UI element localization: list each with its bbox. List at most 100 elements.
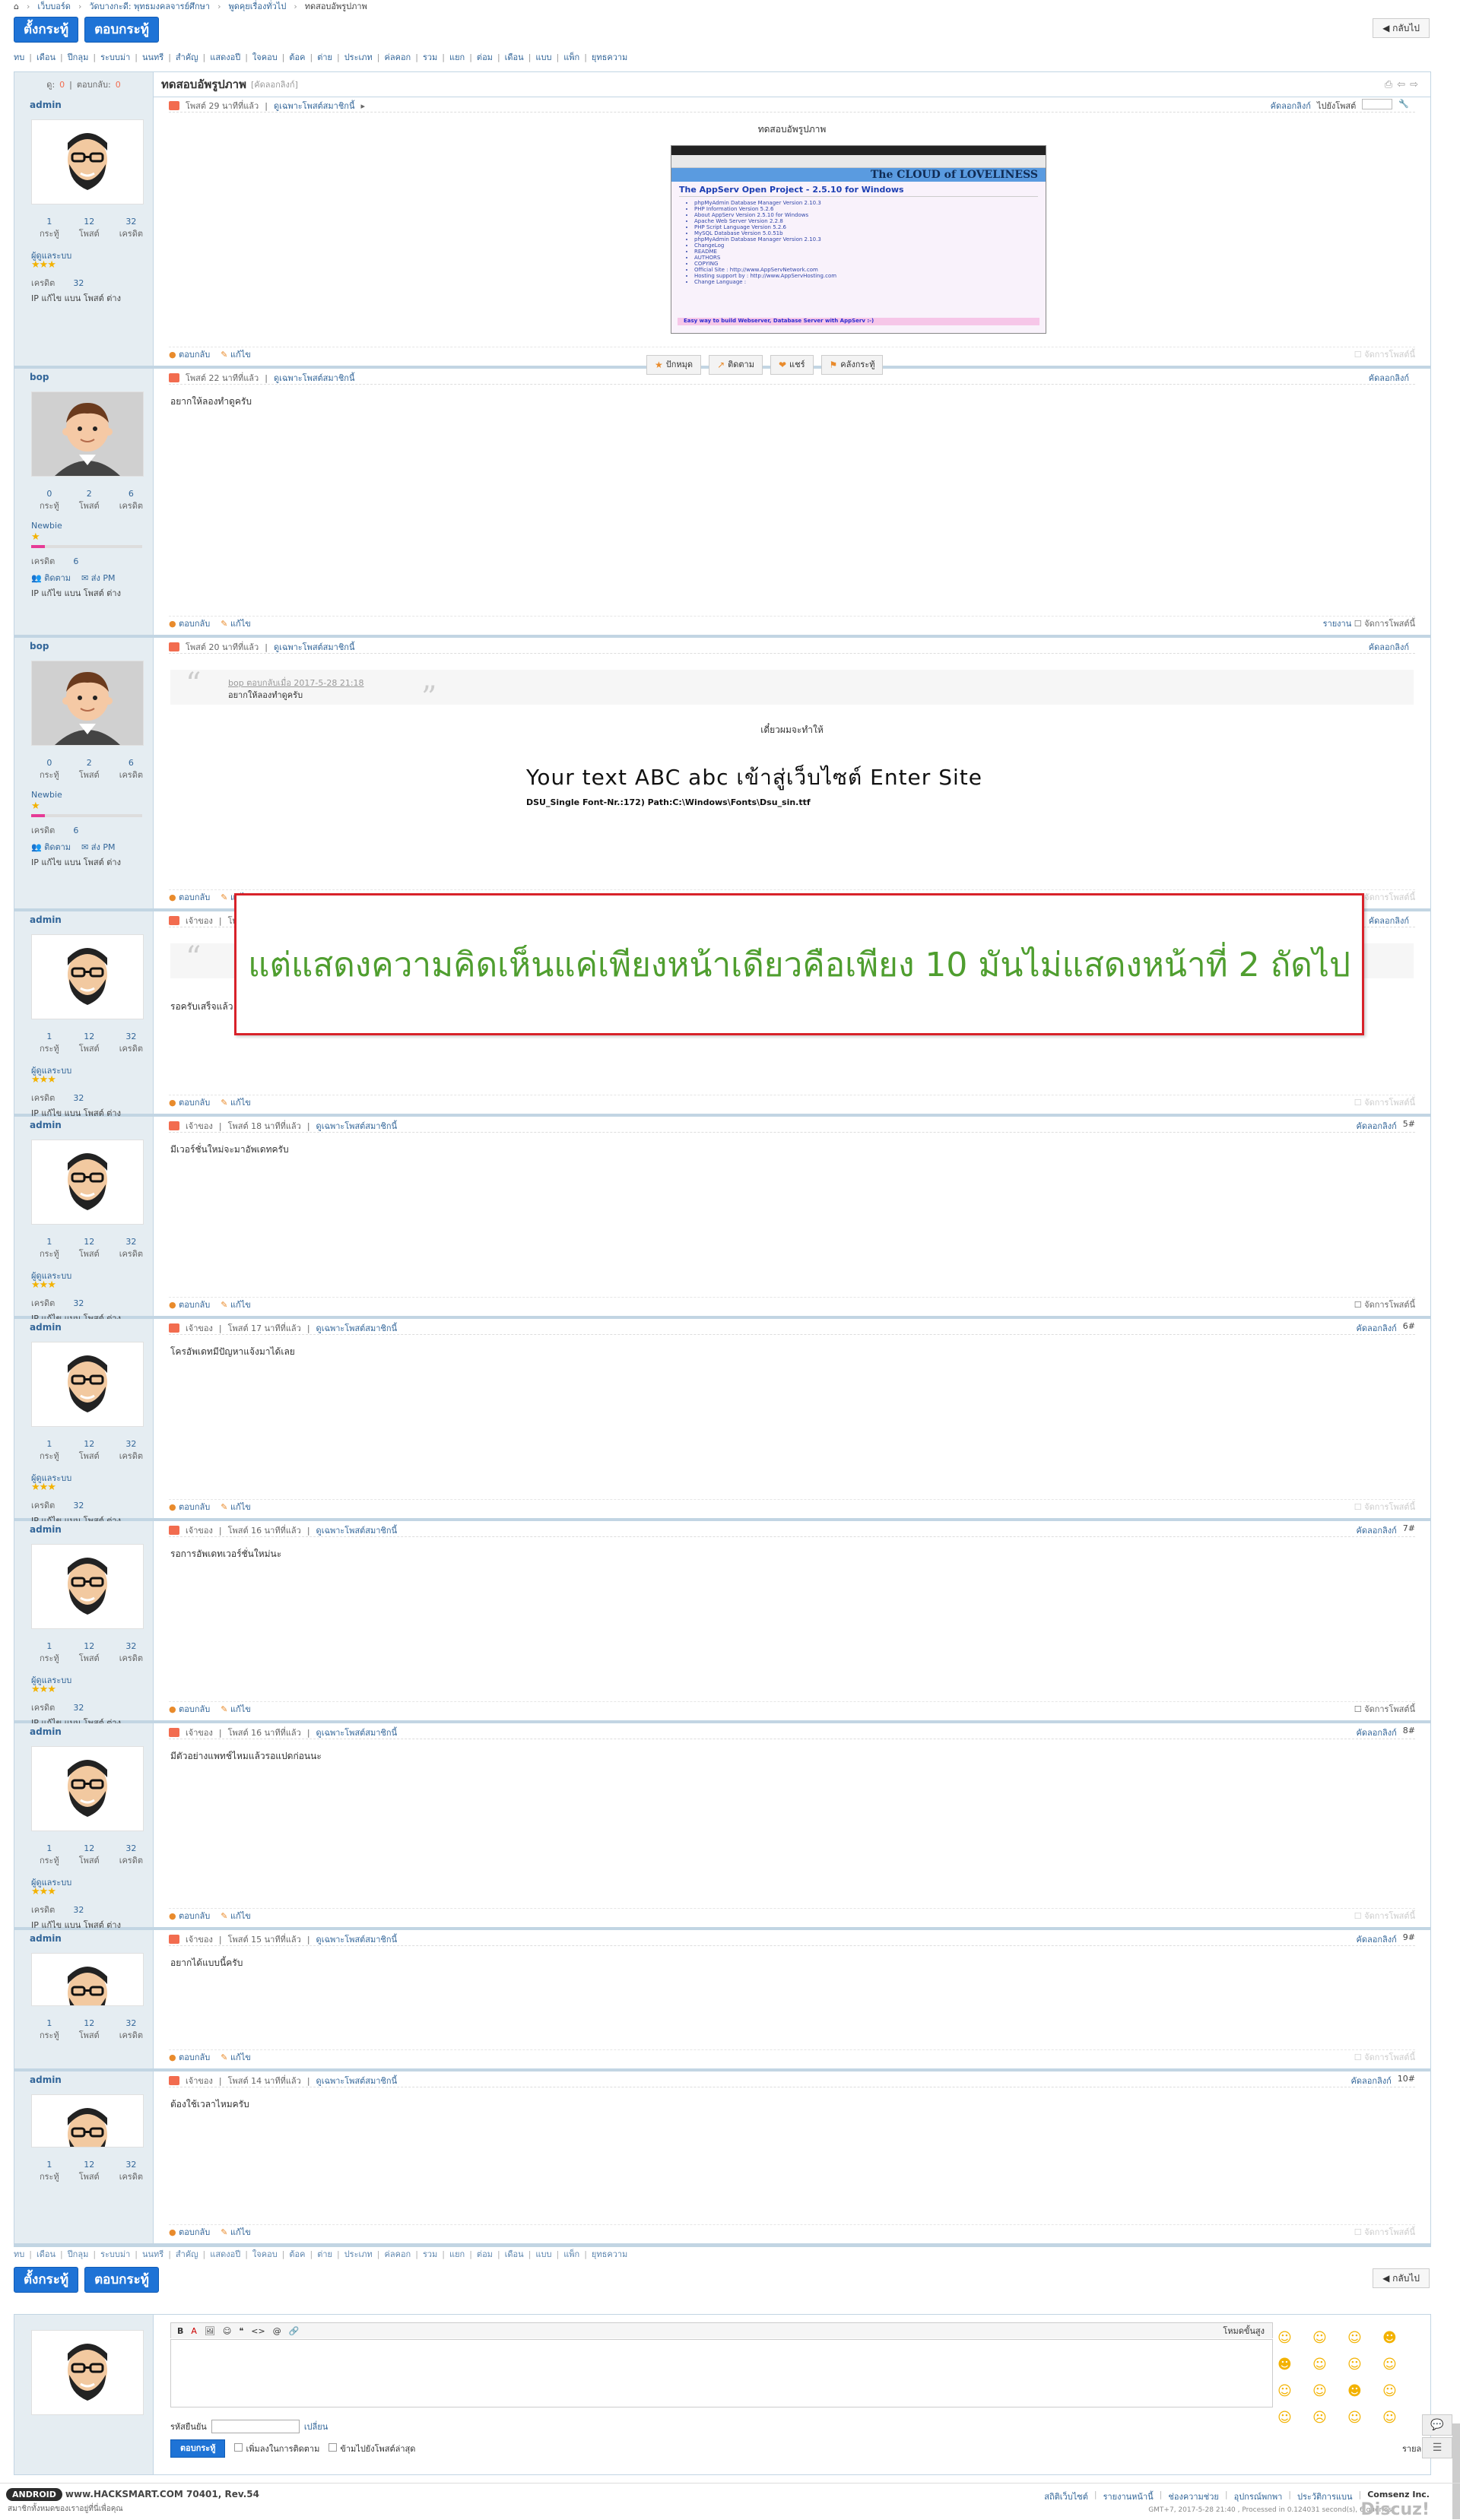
category-link[interactable]: ต่อม	[477, 50, 493, 64]
admin-tools[interactable]: IP แก้ไข แบน โพสต์ ต่าง	[31, 855, 121, 869]
avatar[interactable]	[31, 1544, 144, 1629]
copy-link[interactable]: คัดลอกลิงก์	[1357, 1726, 1397, 1739]
copy-link[interactable]: คัดลอกลิงก์	[1369, 640, 1409, 654]
category-link[interactable]: สำคัญ	[176, 50, 198, 64]
reply-link[interactable]: ● ตอบกลับ	[169, 1095, 210, 1109]
smiley-button[interactable]: ☺	[223, 2326, 231, 2336]
smiley-icon[interactable]: ☺	[1347, 2410, 1364, 2426]
category-link[interactable]: ระบบม่า	[100, 50, 130, 64]
reply-textarea[interactable]	[170, 2339, 1273, 2407]
smiley-icon[interactable]: ☻	[1347, 2383, 1364, 2399]
manage-checkbox[interactable]: ☐	[1354, 1098, 1364, 1108]
footer-link[interactable]: รายงานหน้านี้	[1103, 2490, 1154, 2503]
copy-link[interactable]: คัดลอกลิงก์	[1357, 1119, 1397, 1133]
category-link[interactable]: แสดงอปี	[210, 50, 240, 64]
breadcrumb-link[interactable]: เว็บบอร์ด	[37, 0, 71, 13]
smiley-icon[interactable]: ☻	[1382, 2330, 1399, 2346]
only-author-link[interactable]: ดูเฉพาะโพสต์สมาชิกนี้	[274, 640, 355, 654]
bold-button[interactable]: B	[177, 2326, 183, 2336]
breadcrumb-link[interactable]: พูดคุยเรื่องทั่วไป	[229, 0, 287, 13]
copy-link[interactable]: คัดลอกลิงก์	[1357, 1932, 1397, 1946]
edit-link[interactable]: ✎ แก้ไข	[221, 2225, 251, 2239]
reply-link[interactable]: ● ตอบกลับ	[169, 347, 210, 361]
avatar[interactable]	[31, 391, 144, 477]
avatar[interactable]	[31, 1140, 144, 1225]
category-link[interactable]: ค่ลคอก	[384, 50, 411, 64]
author-name[interactable]: admin	[30, 100, 62, 110]
manage-checkbox[interactable]: ☐	[1354, 2052, 1364, 2062]
author-name[interactable]: bop	[30, 372, 49, 382]
category-link[interactable]: เดือน	[36, 50, 56, 64]
avatar[interactable]	[31, 661, 144, 746]
captcha-change-link[interactable]: เปลี่ยน	[304, 2420, 328, 2433]
send-pm-link[interactable]: ✉ ส่ง PM	[81, 571, 115, 585]
comment-icon[interactable]: 💬	[1422, 2414, 1452, 2436]
footer-logo[interactable]: ANDROID www.HACKSMART.COM 70401, Rev.54	[6, 2488, 259, 2501]
edit-link[interactable]: ✎ แก้ไข	[221, 2050, 251, 2064]
send-pm-link[interactable]: ✉ ส่ง PM	[81, 840, 115, 854]
reply-link[interactable]: ● ตอบกลับ	[169, 1500, 210, 1514]
edit-link[interactable]: ✎ แก้ไข	[221, 1298, 251, 1311]
only-author-link[interactable]: ดูเฉพาะโพสต์สมาชิกนี้	[316, 1932, 398, 1946]
category-link[interactable]: ประเภท	[344, 50, 373, 64]
category-link[interactable]: ค่ลคอก	[384, 2247, 411, 2261]
breadcrumb-link[interactable]: วัดบางกะดี: พุทธมงคลจารย์ศึกษา	[89, 0, 210, 13]
print-icon[interactable]: ⎙	[1385, 79, 1392, 90]
prev-icon[interactable]: ⇦	[1397, 79, 1405, 90]
copy-link[interactable]: คัดลอกลิงก์	[1369, 914, 1409, 927]
add-friend-link[interactable]: 👥 ติดตาม	[31, 840, 71, 854]
category-link[interactable]: ต่าย	[317, 50, 332, 64]
manage-checkbox[interactable]: ☐	[1354, 350, 1364, 360]
next-icon[interactable]: ⇨	[1410, 79, 1418, 90]
only-author-link[interactable]: ดูเฉพาะโพสต์สมาชิกนี้	[274, 371, 355, 385]
category-link[interactable]: รวม	[423, 2247, 437, 2261]
author-rank[interactable]: Newbie	[31, 521, 62, 531]
category-link[interactable]: ยุทธความ	[592, 50, 627, 64]
category-link[interactable]: เดือน	[36, 2247, 56, 2261]
list-icon[interactable]: ☰	[1422, 2437, 1452, 2458]
author-name[interactable]: admin	[30, 1524, 62, 1535]
category-link[interactable]: แบบ	[535, 50, 551, 64]
category-link[interactable]: เดือน	[505, 2247, 524, 2261]
manage-checkbox[interactable]: ☐	[1354, 1300, 1364, 1310]
smiley-icon[interactable]: ☺	[1312, 2357, 1329, 2373]
font-color-button[interactable]: A	[191, 2326, 197, 2336]
only-author-link[interactable]: ดูเฉพาะโพสต์สมาชิกนี้	[316, 1321, 398, 1335]
smiley-icon[interactable]: ☺	[1382, 2383, 1399, 2399]
category-link[interactable]: แสดงอปี	[210, 2247, 240, 2261]
avatar[interactable]	[31, 1746, 144, 1831]
mention-button[interactable]: @	[273, 2326, 281, 2336]
code-button[interactable]: <>	[251, 2326, 265, 2336]
smiley-icon[interactable]: ☺	[1347, 2330, 1364, 2346]
reply-button-bottom[interactable]: ตอบกระทู้	[84, 2267, 159, 2293]
wrench-icon[interactable]: 🔧	[1398, 99, 1409, 113]
edit-link[interactable]: ✎ แก้ไข	[221, 1909, 251, 1922]
reply-link[interactable]: ● ตอบกลับ	[169, 1909, 210, 1922]
category-link[interactable]: แยก	[449, 2247, 465, 2261]
manage-checkbox[interactable]: ☐	[1354, 1704, 1364, 1714]
copy-link[interactable]: [คัดลอกลิงก์]	[251, 78, 298, 91]
category-link[interactable]: รวม	[423, 50, 437, 64]
jump-checkbox[interactable]: ข้ามไปยังโพสต์ล่าสุด	[328, 2442, 415, 2455]
category-link[interactable]: เดือน	[505, 50, 524, 64]
author-rank[interactable]: Newbie	[31, 790, 62, 800]
smiley-icon[interactable]: ☺	[1312, 2330, 1329, 2346]
play-icon[interactable]: ▸	[360, 101, 365, 111]
footer-link[interactable]: สถิติเว็บไซต์	[1044, 2490, 1088, 2503]
author-name[interactable]: admin	[30, 914, 62, 925]
category-link[interactable]: ต่าย	[317, 2247, 332, 2261]
category-link[interactable]: ประเภท	[344, 2247, 373, 2261]
author-name[interactable]: admin	[30, 1933, 62, 1944]
font-preview-image[interactable]: Your text ABC abc เข้าสู่เว็บไซต์ Enter …	[526, 761, 1013, 807]
category-link[interactable]: ใจคอบ	[252, 2247, 278, 2261]
category-link[interactable]: ใจคอบ	[252, 50, 278, 64]
category-link[interactable]: สำคัญ	[176, 2247, 198, 2261]
avatar[interactable]	[31, 119, 144, 204]
category-link[interactable]: แยก	[449, 50, 465, 64]
copy-link[interactable]: คัดลอกลิงก์	[1369, 371, 1409, 385]
smiley-icon[interactable]: ☻	[1278, 2357, 1294, 2373]
jump-input[interactable]	[1362, 99, 1393, 109]
smiley-icon[interactable]: ☺	[1312, 2383, 1329, 2399]
manage-checkbox[interactable]: ☐	[1354, 2227, 1364, 2237]
only-author-link[interactable]: ดูเฉพาะโพสต์สมาชิกนี้	[316, 1119, 398, 1133]
